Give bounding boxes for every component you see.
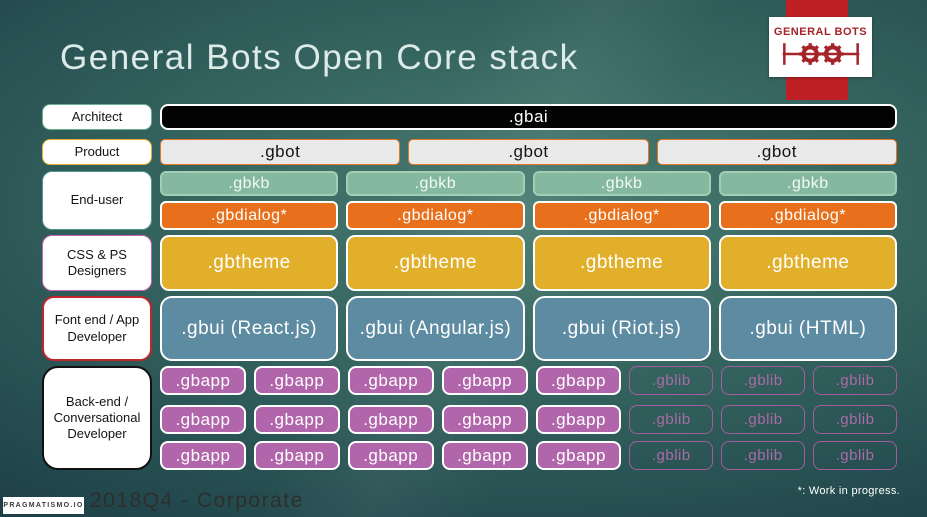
general-bots-logo: GENERAL BOTS bbox=[769, 17, 872, 77]
page-title: General Bots Open Core stack bbox=[60, 38, 579, 77]
stack-box-gbapp: .gbapp bbox=[535, 441, 622, 470]
stack-box-gbtheme: .gbtheme bbox=[718, 235, 897, 291]
gears-icon bbox=[782, 42, 859, 65]
label-end-user: End-user bbox=[42, 171, 152, 230]
work-in-progress-note: *: Work in progress. bbox=[797, 485, 900, 497]
stack-box-gbdialog: .gbdialog* bbox=[160, 201, 339, 230]
stack-box-gbapp: .gbapp bbox=[347, 366, 434, 395]
stack-box-gblib: .gblib bbox=[629, 441, 714, 470]
stack-box-gbapp: .gbapp bbox=[535, 366, 622, 395]
stack-box-gbapp: .gbapp bbox=[160, 405, 246, 434]
stack-box-gblib: .gblib bbox=[813, 405, 897, 434]
row-gbui: .gbui (React.js) .gbui (Angular.js) .gbu… bbox=[160, 296, 897, 361]
stack-box-gblib: .gblib bbox=[813, 366, 897, 395]
stack-box-gbapp: .gbapp bbox=[253, 366, 340, 395]
stack-box-gbdialog: .gbdialog* bbox=[718, 201, 897, 230]
stack-box-gbtheme: .gbtheme bbox=[532, 235, 711, 291]
stack-box-gbui-react: .gbui (React.js) bbox=[160, 296, 339, 361]
stack-box-gbkb: .gbkb bbox=[718, 171, 897, 196]
stack-box-gbui-angular: .gbui (Angular.js) bbox=[346, 296, 525, 361]
stack-box-gbkb: .gbkb bbox=[160, 171, 339, 196]
row-gbkb: .gbkb .gbkb .gbkb .gbkb bbox=[160, 171, 897, 196]
stack-box-gbai: .gbai bbox=[160, 104, 897, 130]
stack-box-gbdialog: .gbdialog* bbox=[532, 201, 711, 230]
stack-box-gbot: .gbot bbox=[656, 139, 897, 165]
label-back-end-conversational-developer: Back-end / Conversational Developer bbox=[42, 366, 152, 470]
stack-box-gblib: .gblib bbox=[629, 405, 714, 434]
stack-box-gbapp: .gbapp bbox=[253, 441, 340, 470]
stack-box-gbtheme: .gbtheme bbox=[160, 235, 339, 291]
logo-wordmark: GENERAL BOTS bbox=[773, 25, 868, 38]
stack-box-gblib: .gblib bbox=[721, 405, 806, 434]
row-gbapp-1: .gbapp .gbapp .gbapp .gbapp .gbapp .gbli… bbox=[160, 366, 897, 395]
label-architect: Architect bbox=[42, 104, 152, 130]
row-gbtheme: .gbtheme .gbtheme .gbtheme .gbtheme bbox=[160, 235, 897, 291]
stack-box-gbkb: .gbkb bbox=[346, 171, 525, 196]
stack-box-gbapp: .gbapp bbox=[253, 405, 340, 434]
row-gbapp-2: .gbapp .gbapp .gbapp .gbapp .gbapp .gbli… bbox=[160, 405, 897, 434]
stack-box-gblib: .gblib bbox=[629, 366, 714, 395]
footer-version-text: 2018Q4 - Corporate bbox=[90, 489, 304, 512]
stack-box-gbot: .gbot bbox=[160, 139, 401, 165]
row-gbai: .gbai bbox=[160, 104, 897, 130]
stack-box-gbapp: .gbapp bbox=[441, 366, 528, 395]
stack-box-gbapp: .gbapp bbox=[160, 366, 246, 395]
stack-box-gblib: .gblib bbox=[721, 366, 806, 395]
stack-box-gblib: .gblib bbox=[721, 441, 806, 470]
stack-box-gbot: .gbot bbox=[408, 139, 649, 165]
stack-box-gbui-riot: .gbui (Riot.js) bbox=[532, 296, 711, 361]
stack-box-gbdialog: .gbdialog* bbox=[346, 201, 525, 230]
stack-box-gbapp: .gbapp bbox=[160, 441, 246, 470]
label-front-end-app-developer: Font end / App Developer bbox=[42, 296, 152, 361]
stack-box-gbkb: .gbkb bbox=[532, 171, 711, 196]
row-gbdialog: .gbdialog* .gbdialog* .gbdialog* .gbdial… bbox=[160, 201, 897, 230]
stack-box-gbapp: .gbapp bbox=[441, 441, 528, 470]
row-gbot: .gbot .gbot .gbot bbox=[160, 139, 897, 165]
stack-box-gbapp: .gbapp bbox=[441, 405, 528, 434]
stack-box-gbapp: .gbapp bbox=[347, 405, 434, 434]
stack-box-gbapp: .gbapp bbox=[347, 441, 434, 470]
label-css-ps-designers: CSS & PS Designers bbox=[42, 235, 152, 291]
pragmatismo-brand-chip: PRAGMATISMO.IO bbox=[3, 497, 84, 514]
stack-box-gbapp: .gbapp bbox=[535, 405, 622, 434]
row-gbapp-3: .gbapp .gbapp .gbapp .gbapp .gbapp .gbli… bbox=[160, 441, 897, 470]
stack-box-gbui-html: .gbui (HTML) bbox=[718, 296, 897, 361]
stack-box-gblib: .gblib bbox=[813, 441, 897, 470]
label-product: Product bbox=[42, 139, 152, 165]
stack-box-gbtheme: .gbtheme bbox=[346, 235, 525, 291]
